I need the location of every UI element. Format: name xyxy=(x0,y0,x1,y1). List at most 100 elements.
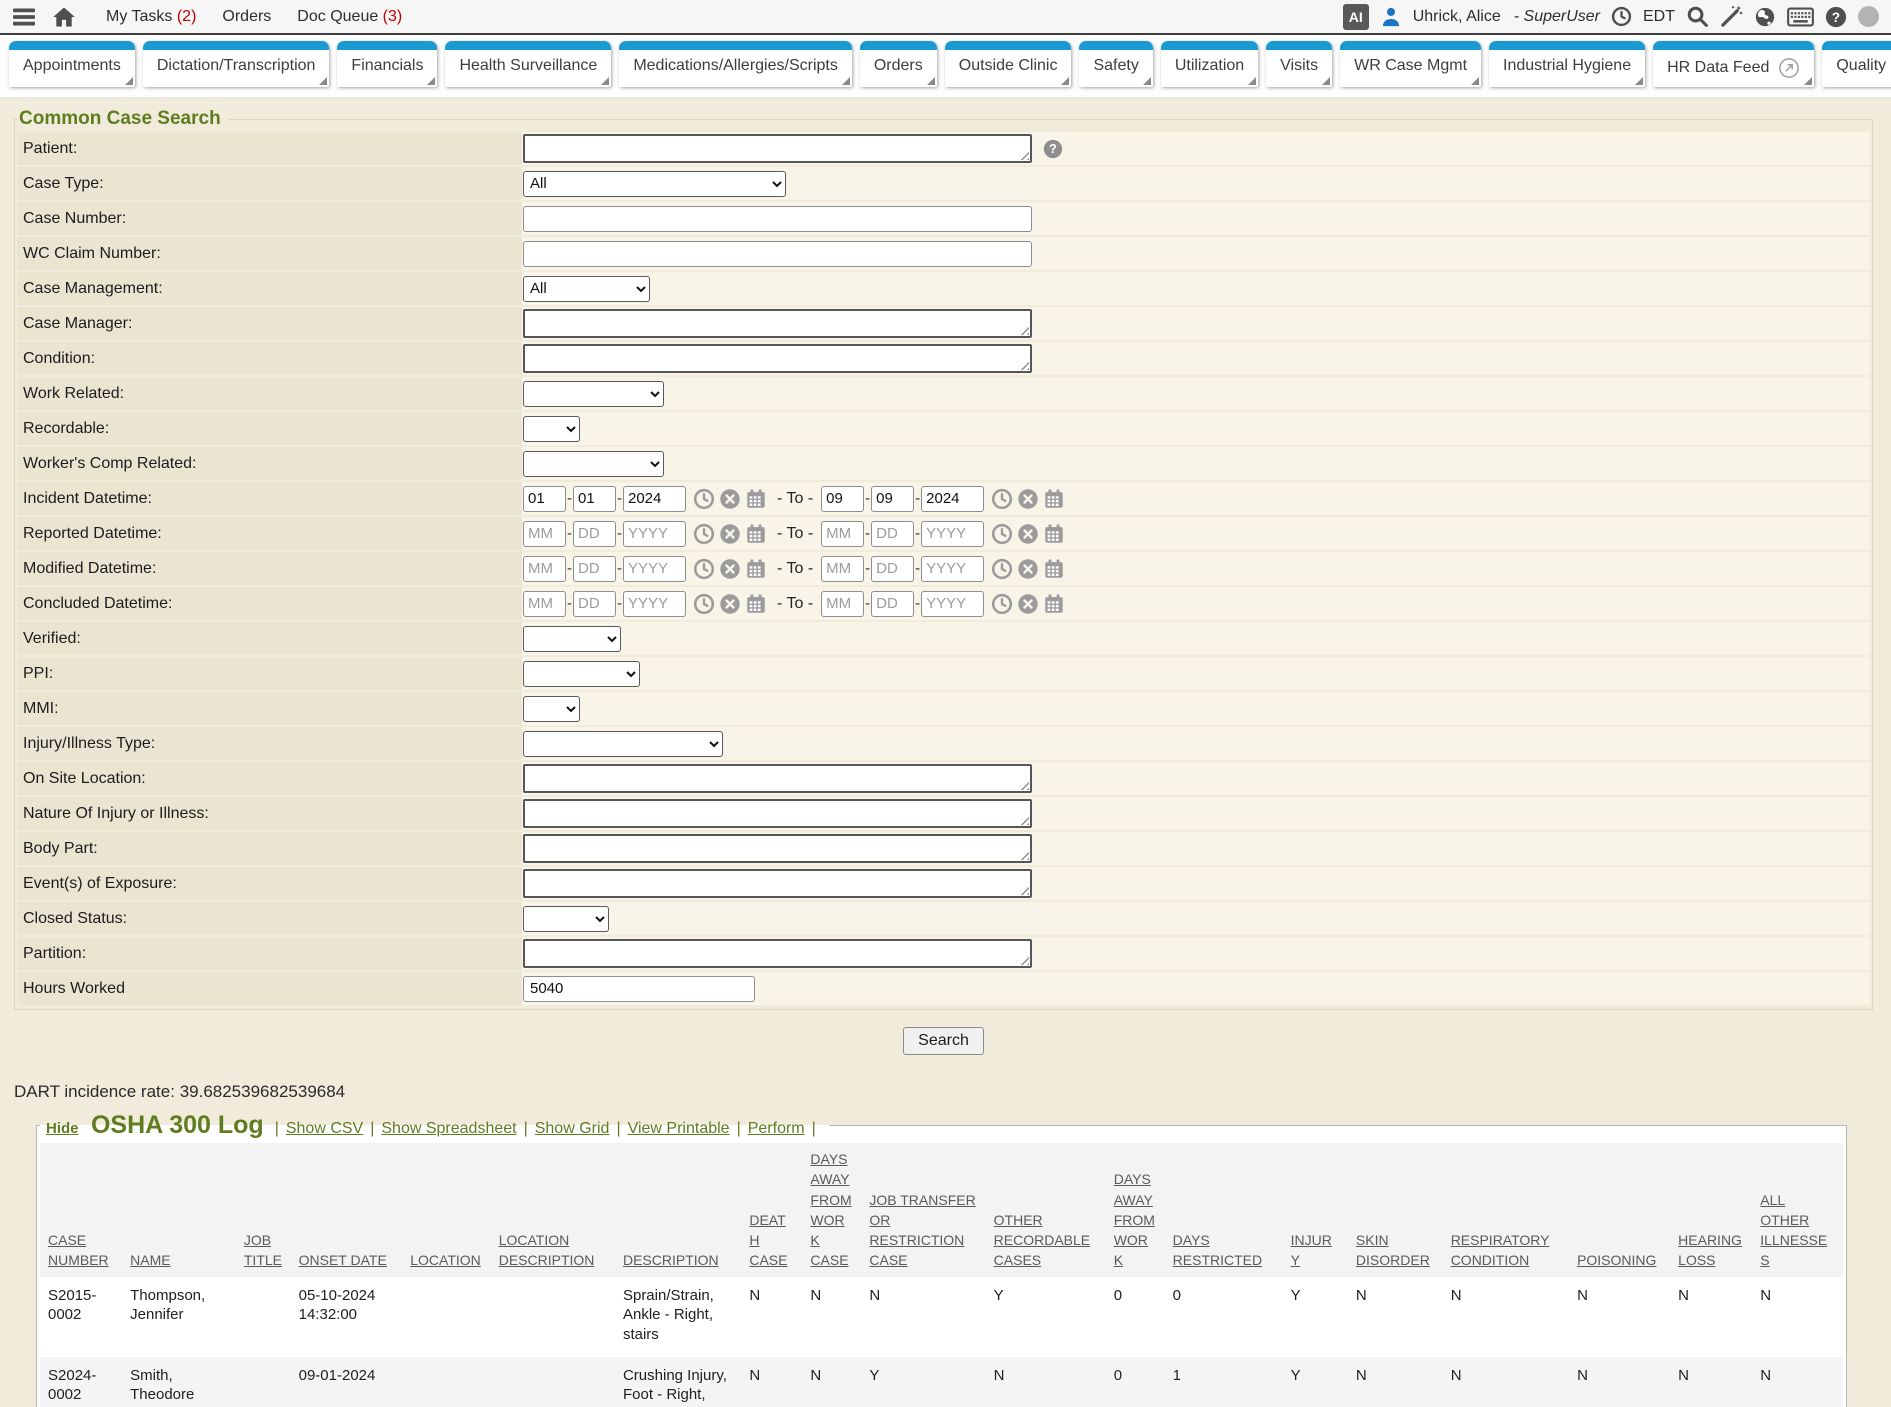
column-header-days-away-from-work-case[interactable]: DAYS AWAY FROM WORK CASE xyxy=(802,1143,861,1277)
incident_datetime-to-clear-icon[interactable] xyxy=(1017,488,1039,510)
column-header-respiratory-condition[interactable]: RESPIRATORY CONDITION xyxy=(1443,1143,1569,1277)
injury_illness_type-select[interactable] xyxy=(523,731,723,757)
reported_datetime-to-calendar-icon[interactable] xyxy=(1043,523,1065,545)
column-header-injury[interactable]: INJURY xyxy=(1283,1143,1348,1277)
tab-outside-clinic[interactable]: Outside Clinic xyxy=(945,41,1072,87)
search-button[interactable]: Search xyxy=(903,1027,984,1055)
tab-quality-of-care[interactable]: Quality of Care xyxy=(1822,41,1891,87)
search-icon[interactable] xyxy=(1686,5,1709,28)
globe-icon[interactable] xyxy=(1754,6,1776,28)
reported_datetime-from-month-input[interactable] xyxy=(523,521,566,547)
hours_worked-input[interactable] xyxy=(523,976,755,1002)
ai-badge[interactable]: AI xyxy=(1343,4,1369,30)
reported_datetime-from-day-input[interactable] xyxy=(573,521,616,547)
case_number-input[interactable] xyxy=(523,206,1032,232)
column-header-name[interactable]: NAME xyxy=(122,1143,236,1277)
column-header-onset-date[interactable]: ONSET DATE xyxy=(291,1143,403,1277)
case_type-select[interactable]: All xyxy=(523,171,786,197)
column-header-job-title[interactable]: JOB TITLE xyxy=(236,1143,291,1277)
column-header-location[interactable]: LOCATION xyxy=(402,1143,490,1277)
incident_datetime-from-calendar-icon[interactable] xyxy=(745,488,767,510)
modified_datetime-to-month-input[interactable] xyxy=(821,556,864,582)
reported_datetime-from-clock-icon[interactable] xyxy=(693,523,715,545)
nav-orders[interactable]: Orders xyxy=(222,8,271,26)
incident_datetime-from-clock-icon[interactable] xyxy=(693,488,715,510)
table-row[interactable]: S2015-0002Thompson, Jennifer05-10-2024 1… xyxy=(40,1277,1843,1357)
workers_comp_related-select[interactable] xyxy=(523,451,664,477)
column-header-job-transfer-or-restriction-case[interactable]: JOB TRANSFER OR RESTRICTION CASE xyxy=(861,1143,985,1277)
hamburger-menu-icon[interactable] xyxy=(12,7,36,27)
clock-icon[interactable] xyxy=(1611,6,1632,27)
concluded_datetime-to-year-input[interactable] xyxy=(921,591,984,617)
tab-industrial-hygiene[interactable]: Industrial Hygiene xyxy=(1489,41,1645,87)
concluded_datetime-from-clock-icon[interactable] xyxy=(693,593,715,615)
column-header-days-restricted[interactable]: DAYS RESTRICTED xyxy=(1165,1143,1283,1277)
keyboard-icon[interactable] xyxy=(1787,7,1814,27)
view-printable-link[interactable]: View Printable xyxy=(628,1120,730,1137)
column-header-death-case[interactable]: DEATH CASE xyxy=(741,1143,802,1277)
tab-orders[interactable]: Orders xyxy=(860,41,937,87)
concluded_datetime-from-year-input[interactable] xyxy=(623,591,686,617)
show-spreadsheet-link[interactable]: Show Spreadsheet xyxy=(381,1120,516,1137)
modified_datetime-from-clock-icon[interactable] xyxy=(693,558,715,580)
nature_of_injury_or_illness-input[interactable] xyxy=(523,799,1032,828)
modified_datetime-to-year-input[interactable] xyxy=(921,556,984,582)
concluded_datetime-from-clear-icon[interactable] xyxy=(719,593,741,615)
concluded_datetime-to-calendar-icon[interactable] xyxy=(1043,593,1065,615)
partition-input[interactable] xyxy=(523,939,1032,968)
ppi-select[interactable] xyxy=(523,661,640,687)
status-circle-icon[interactable] xyxy=(1858,6,1879,27)
incident_datetime-to-month-input[interactable] xyxy=(821,486,864,512)
column-header-skin-disorder[interactable]: SKIN DISORDER xyxy=(1348,1143,1443,1277)
column-header-all-other-illnesses[interactable]: ALL OTHER ILLNESSES xyxy=(1752,1143,1843,1277)
column-header-hearing-loss[interactable]: HEARING LOSS xyxy=(1670,1143,1752,1277)
modified_datetime-to-clock-icon[interactable] xyxy=(991,558,1013,580)
reported_datetime-from-calendar-icon[interactable] xyxy=(745,523,767,545)
on_site_location-input[interactable] xyxy=(523,764,1032,793)
concluded_datetime-to-day-input[interactable] xyxy=(871,591,914,617)
home-icon[interactable] xyxy=(52,6,76,28)
concluded_datetime-to-clock-icon[interactable] xyxy=(991,593,1013,615)
closed_status-select[interactable] xyxy=(523,906,609,932)
reported_datetime-to-day-input[interactable] xyxy=(871,521,914,547)
tab-financials[interactable]: Financials xyxy=(337,41,437,87)
nav-doc-queue[interactable]: Doc Queue (3) xyxy=(297,8,402,26)
tab-medications-allergies-scripts[interactable]: Medications/Allergies/Scripts xyxy=(619,41,852,87)
work_related-select[interactable] xyxy=(523,381,664,407)
wc_claim_number-input[interactable] xyxy=(523,241,1032,267)
reported_datetime-to-year-input[interactable] xyxy=(921,521,984,547)
condition-input[interactable] xyxy=(523,344,1032,373)
concluded_datetime-from-month-input[interactable] xyxy=(523,591,566,617)
mmi-select[interactable] xyxy=(523,696,580,722)
tab-dictation-transcription[interactable]: Dictation/Transcription xyxy=(143,41,330,87)
user-name[interactable]: Uhrick, Alice xyxy=(1413,8,1501,26)
case_manager-input[interactable] xyxy=(523,309,1032,338)
reported_datetime-to-clock-icon[interactable] xyxy=(991,523,1013,545)
modified_datetime-from-month-input[interactable] xyxy=(523,556,566,582)
body_part-input[interactable] xyxy=(523,834,1032,863)
modified_datetime-from-calendar-icon[interactable] xyxy=(745,558,767,580)
modified_datetime-from-clear-icon[interactable] xyxy=(719,558,741,580)
hide-link[interactable]: Hide xyxy=(46,1120,79,1137)
concluded_datetime-from-day-input[interactable] xyxy=(573,591,616,617)
incident_datetime-from-year-input[interactable] xyxy=(623,486,686,512)
external-link-icon[interactable] xyxy=(1778,57,1800,79)
incident_datetime-to-day-input[interactable] xyxy=(871,486,914,512)
incident_datetime-from-clear-icon[interactable] xyxy=(719,488,741,510)
reported_datetime-to-month-input[interactable] xyxy=(821,521,864,547)
modified_datetime-to-clear-icon[interactable] xyxy=(1017,558,1039,580)
concluded_datetime-from-calendar-icon[interactable] xyxy=(745,593,767,615)
tab-hr-data-feed[interactable]: HR Data Feed xyxy=(1653,41,1814,87)
show-grid-link[interactable]: Show Grid xyxy=(535,1120,610,1137)
patient-input[interactable] xyxy=(523,134,1032,163)
tab-appointments[interactable]: Appointments xyxy=(9,41,135,87)
tab-health-surveillance[interactable]: Health Surveillance xyxy=(445,41,611,87)
incident_datetime-from-day-input[interactable] xyxy=(573,486,616,512)
column-header-location-description[interactable]: LOCATION DESCRIPTION xyxy=(491,1143,615,1277)
reported_datetime-from-clear-icon[interactable] xyxy=(719,523,741,545)
modified_datetime-from-day-input[interactable] xyxy=(573,556,616,582)
column-header-other-recordable-cases[interactable]: OTHER RECORDABLE CASES xyxy=(986,1143,1106,1277)
tab-visits[interactable]: Visits xyxy=(1266,41,1332,87)
table-row[interactable]: S2024-0002Smith, Theodore09-01-2024Crush… xyxy=(40,1357,1843,1407)
modified_datetime-from-year-input[interactable] xyxy=(623,556,686,582)
